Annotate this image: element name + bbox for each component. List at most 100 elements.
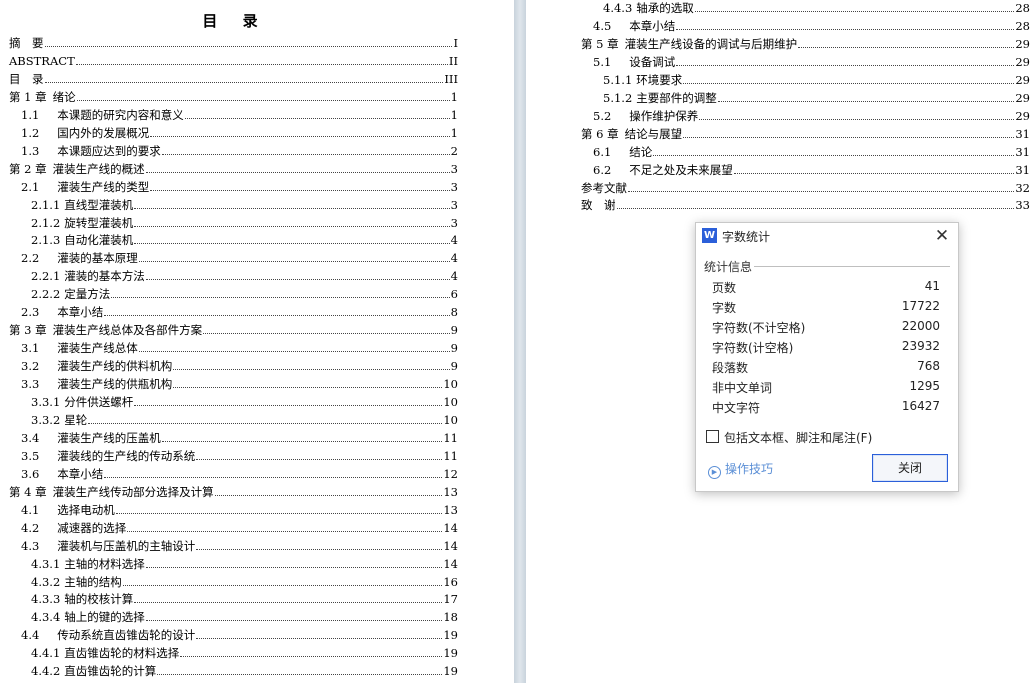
toc-entry-page: 13 [443, 484, 458, 499]
toc-entry-number: 4.5 [593, 18, 612, 33]
close-icon[interactable]: ✕ [932, 226, 952, 246]
page-gutter [514, 0, 526, 683]
toc-entry[interactable]: 第 3 章灌装生产线总体及各部件方案 9 [9, 319, 458, 337]
toc-entry[interactable]: 2.1.2 旋转型灌装机 3 [31, 212, 458, 230]
toc-entry-page: III [444, 71, 458, 86]
toc-entry[interactable]: 4.3.2 主轴的结构 16 [31, 571, 458, 589]
toc-entry[interactable]: 2.1 灌装生产线的类型 3 [21, 176, 458, 194]
toc-entry-page: 2 [450, 143, 458, 158]
toc-entry-page: 8 [450, 305, 458, 320]
toc-entry[interactable]: 3.6 本章小结 12 [21, 463, 458, 481]
toc-entry[interactable]: 2.2.2 定量方法 6 [31, 283, 458, 301]
toc-entry[interactable]: 摘 要I [9, 32, 458, 50]
toc-entry[interactable]: 致 谢 33 [581, 194, 1030, 212]
toc-entry[interactable]: 6.1 结论 31 [593, 141, 1030, 159]
include-textbox-label[interactable]: 包括文本框、脚注和尾注(F) [724, 429, 872, 446]
toc-entry[interactable]: 6.2 不足之处及未来展望 31 [593, 159, 1030, 177]
toc-entry[interactable]: 5.1 设备调试 29 [593, 51, 1030, 69]
toc-entry[interactable]: 3.5 灌装线的生产线的传动系统 11 [21, 445, 458, 463]
toc-entry[interactable]: 4.3.3 轴的校核计算 17 [31, 588, 458, 606]
toc-entry[interactable]: 2.2 灌装的基本原理 4 [21, 247, 458, 265]
toc-entry[interactable]: 第 6 章结论与展望 31 [581, 123, 1030, 141]
toc-leader-dots [75, 63, 448, 65]
include-textbox-checkbox[interactable] [706, 430, 719, 443]
toc-entry-number: 参考文献 [581, 180, 627, 195]
toc-entry[interactable]: 4.4.2 直齿锥齿轮的计算 19 [31, 660, 458, 678]
toc-entry[interactable]: 第 1 章绪论 1 [9, 86, 458, 104]
stat-value: 23932 [901, 339, 940, 353]
toc-entry[interactable]: 3.3 灌装生产线的供瓶机构 10 [21, 373, 458, 391]
toc-entry-page: 14 [443, 538, 458, 553]
toc-entry-page: 10 [443, 377, 458, 392]
toc-entry-text: 灌装生产线的供料机构 [57, 359, 173, 374]
toc-entry[interactable]: 4.2 减速器的选择 14 [21, 517, 458, 535]
toc-leader-dots [161, 153, 450, 155]
stat-value: 16427 [901, 399, 940, 413]
toc-entry[interactable]: 5.2 操作维护保养 29 [593, 105, 1030, 123]
toc-entry-text: 操作维护保养 [629, 108, 699, 123]
toc-entry[interactable]: 4.5 本章小结 28 [593, 15, 1030, 33]
wps-writer-icon: W [702, 228, 717, 243]
toc-entry[interactable]: 5.1.1 环境要求 29 [603, 69, 1030, 87]
toc-entry[interactable]: 3.4 灌装生产线的压盖机 11 [21, 427, 458, 445]
toc-entry[interactable]: 2.1.1 直线型灌装机 3 [31, 194, 458, 212]
toc-entry[interactable]: 4.1 选择电动机 13 [21, 499, 458, 517]
toc-entry-number: 第 3 章 [9, 323, 47, 338]
dialog-title-bar[interactable]: W 字数统计 ✕ [696, 223, 958, 249]
toc-entry[interactable]: 5.1.2 主要部件的调整 29 [603, 87, 1030, 105]
toc-entry-number: 5.2 [593, 108, 612, 123]
toc-entry-text: 本章小结 [57, 466, 104, 481]
toc-leader-dots [616, 208, 1015, 210]
toc-leader-dots [134, 225, 450, 227]
toc-leader-dots [150, 189, 450, 191]
toc-entry[interactable]: 参考文献 32 [581, 177, 1030, 195]
toc-entry-number: 3.3.1 [31, 395, 61, 409]
close-button[interactable]: 关闭 [872, 454, 948, 482]
toc-entry-number: 4.3.3 [31, 592, 61, 607]
toc-entry-page: 28 [1015, 18, 1030, 33]
toc-entry-number: 1.1 [21, 107, 40, 122]
toc-entry-text: 本章小结 [57, 305, 104, 320]
toc-entry[interactable]: 2.2.1 灌装的基本方法 4 [31, 265, 458, 283]
toc-leader-dots [44, 81, 444, 83]
toc-entry[interactable]: 2.1.3 自动化灌装机 4 [31, 229, 458, 247]
dialog-title: 字数统计 [722, 230, 771, 244]
toc-entry-page: 31 [1015, 144, 1030, 159]
toc-entry-page: 17 [443, 592, 458, 607]
toc-leader-dots [150, 135, 450, 137]
toc-entry-number: 5.1 [593, 54, 612, 69]
toc-entry[interactable]: 2.3 本章小结 8 [21, 301, 458, 319]
toc-entry[interactable]: 3.3.1 分件供送螺杆 10 [31, 391, 458, 409]
toc-entry-text: 绪论 [52, 89, 76, 104]
toc-entry[interactable]: 4.3 灌装机与压盖机的主轴设计 14 [21, 535, 458, 553]
toc-entry[interactable]: 第 5 章灌装生产线设备的调试与后期维护 29 [581, 33, 1030, 51]
tips-label[interactable]: 操作技巧 [725, 462, 773, 476]
toc-leader-dots [196, 548, 443, 550]
toc-entry[interactable]: 4.4.3 轴承的选取 28 [603, 0, 1030, 15]
toc-entry[interactable]: ABSTRACT II [9, 50, 458, 68]
toc-entry[interactable]: 第 4 章灌装生产线传动部分选择及计算 13 [9, 481, 458, 499]
toc-entry-page: 18 [443, 610, 458, 625]
toc-leader-dots [161, 440, 443, 442]
toc-entry[interactable]: 1.3 本课题应达到的要求 2 [21, 140, 458, 158]
toc-entry[interactable]: 4.3.1 主轴的材料选择 14 [31, 553, 458, 571]
toc-entry-page: 29 [1015, 36, 1030, 51]
toc-entry[interactable]: 目 录 III [9, 68, 458, 86]
toc-entry-text: 灌装生产线的压盖机 [57, 430, 161, 445]
toc-entry[interactable]: 3.3.2 星轮 10 [31, 409, 458, 427]
toc-entry[interactable]: 1.2 国内外的发展概况 1 [21, 122, 458, 140]
toc-entry[interactable]: 1.1 本课题的研究内容和意义 1 [21, 104, 458, 122]
toc-entry[interactable]: 3.1 灌装生产线总体 9 [21, 337, 458, 355]
operation-tips-link[interactable]: ▶ 操作技巧 [708, 460, 773, 479]
toc-entry[interactable]: 4.4.1 直齿锥齿轮的材料选择 19 [31, 642, 458, 660]
toc-entry[interactable]: 3.2 灌装生产线的供料机构 9 [21, 355, 458, 373]
toc-entry[interactable]: 第 2 章灌装生产线的概述 3 [9, 158, 458, 176]
toc-entry-page: 1 [450, 107, 458, 122]
toc-entry-page: 32 [1015, 180, 1030, 195]
toc-leader-dots [104, 476, 443, 478]
toc-entry[interactable]: 4.4 传动系统直齿锥齿轮的设计 19 [21, 624, 458, 642]
toc-entry-number: 2.2 [21, 251, 40, 266]
toc-entry[interactable]: 4.3.4 轴上的键的选择 18 [31, 606, 458, 624]
toc-title: 目 录 [202, 12, 268, 30]
toc-leader-dots [44, 46, 453, 47]
